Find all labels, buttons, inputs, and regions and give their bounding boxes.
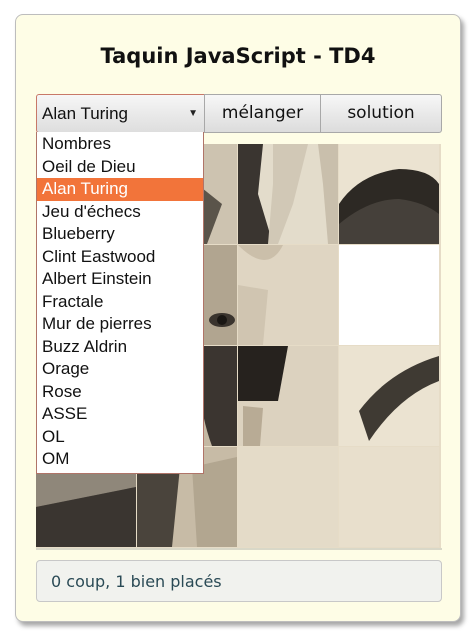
- status-bar: 0 coup, 1 bien placés: [36, 560, 442, 602]
- dropdown-option[interactable]: Buzz Aldrin: [37, 336, 203, 359]
- dropdown-option[interactable]: Albert Einstein: [37, 268, 203, 291]
- image-select[interactable]: Alan Turing ▼: [36, 94, 205, 133]
- puzzle-tile[interactable]: [238, 346, 338, 446]
- puzzle-tile[interactable]: [339, 144, 439, 244]
- dropdown-option[interactable]: Orage: [37, 358, 203, 381]
- controls-bar: Alan Turing ▼ mélanger solution: [36, 94, 442, 133]
- puzzle-tile[interactable]: [339, 346, 439, 446]
- dropdown-option[interactable]: ASSE: [37, 403, 203, 426]
- puzzle-tile[interactable]: [238, 447, 338, 547]
- dropdown-option[interactable]: OM: [37, 448, 203, 471]
- page-title: Taquin JavaScript - TD4: [100, 44, 376, 68]
- dropdown-arrow-icon: ▼: [188, 108, 198, 119]
- divider: [36, 548, 442, 550]
- dropdown-option[interactable]: Mur de pierres: [37, 313, 203, 336]
- puzzle-tile[interactable]: [238, 245, 338, 345]
- dropdown-option[interactable]: Jeu d'échecs: [37, 201, 203, 224]
- dropdown-option[interactable]: Nombres: [37, 133, 203, 156]
- image-select-value: Alan Turing: [42, 104, 128, 123]
- dropdown-option[interactable]: OL: [37, 426, 203, 449]
- dropdown-option[interactable]: Fractale: [37, 291, 203, 314]
- dropdown-option[interactable]: Rose: [37, 381, 203, 404]
- empty-tile[interactable]: [339, 245, 439, 345]
- status-text: 0 coup, 1 bien placés: [51, 572, 222, 591]
- dropdown-option[interactable]: Oeil de Dieu: [37, 156, 203, 179]
- dropdown-option[interactable]: Blueberry: [37, 223, 203, 246]
- image-dropdown-list: Nombres Oeil de Dieu Alan Turing Jeu d'éche…: [36, 132, 204, 474]
- solution-button[interactable]: solution: [320, 94, 442, 133]
- puzzle-tile[interactable]: [238, 144, 338, 244]
- dropdown-option[interactable]: Clint Eastwood: [37, 246, 203, 269]
- shuffle-button[interactable]: mélanger: [204, 94, 321, 133]
- dropdown-option[interactable]: Alan Turing: [37, 178, 203, 201]
- puzzle-tile[interactable]: [339, 447, 439, 547]
